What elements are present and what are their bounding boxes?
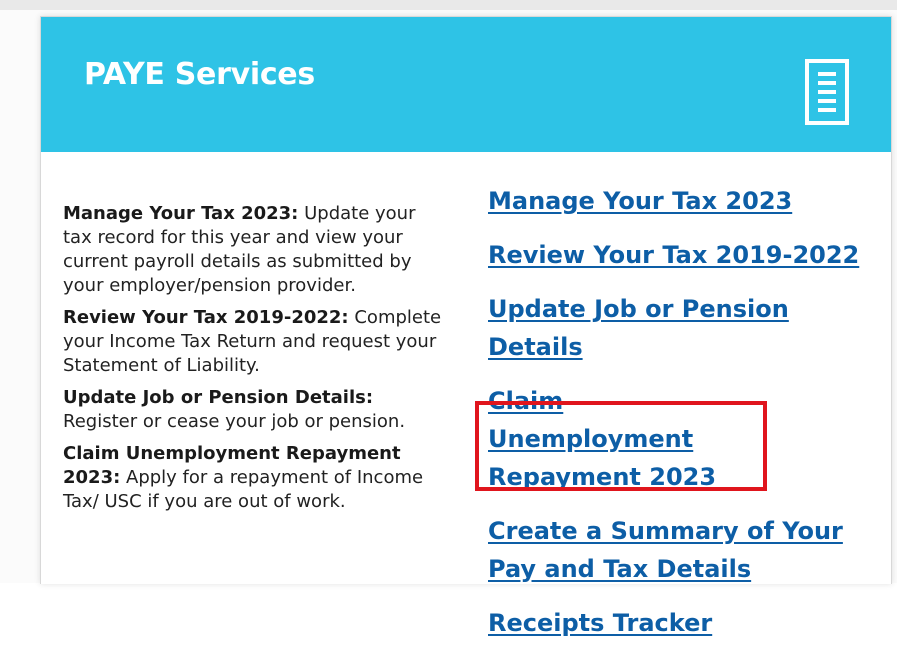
document-list-icon	[805, 59, 849, 125]
page: PAYE Services Manage Your Tax 2023: Upda…	[0, 0, 897, 637]
description-column: Manage Your Tax 2023: Update your tax re…	[63, 202, 445, 522]
panel-content: Manage Your Tax 2023: Update your tax re…	[41, 152, 891, 637]
description-item: Review Your Tax 2019-2022: Complete your…	[63, 306, 445, 378]
description-item: Manage Your Tax 2023: Update your tax re…	[63, 202, 445, 298]
link-review-your-tax[interactable]: Review Your Tax 2019-2022	[488, 236, 883, 274]
description-item: Update Job or Pension Details: Register …	[63, 386, 445, 434]
link-update-job-or-pension[interactable]: Update Job or Pension Details	[488, 290, 883, 366]
link-claim-unemployment-repayment[interactable]: Claim Unemployment Repayment 2023	[488, 382, 758, 496]
panel-title: PAYE Services	[84, 57, 315, 92]
description-term: Manage Your Tax 2023:	[63, 203, 299, 224]
link-create-summary-pay-tax[interactable]: Create a Summary of Your Pay and Tax Det…	[488, 512, 868, 588]
top-strip	[0, 0, 897, 10]
description-text: Register or cease your job or pension.	[63, 411, 406, 432]
description-term: Update Job or Pension Details:	[63, 387, 374, 408]
description-term: Review Your Tax 2019-2022:	[63, 307, 349, 328]
panel-header: PAYE Services	[41, 17, 891, 152]
paye-services-panel: PAYE Services Manage Your Tax 2023: Upda…	[40, 16, 892, 637]
link-receipts-tracker[interactable]: Receipts Tracker	[488, 604, 883, 642]
description-item: Claim Unemployment Repayment 2023: Apply…	[63, 442, 445, 514]
link-manage-your-tax[interactable]: Manage Your Tax 2023	[488, 182, 883, 220]
links-column: Manage Your Tax 2023 Review Your Tax 201…	[475, 182, 883, 658]
